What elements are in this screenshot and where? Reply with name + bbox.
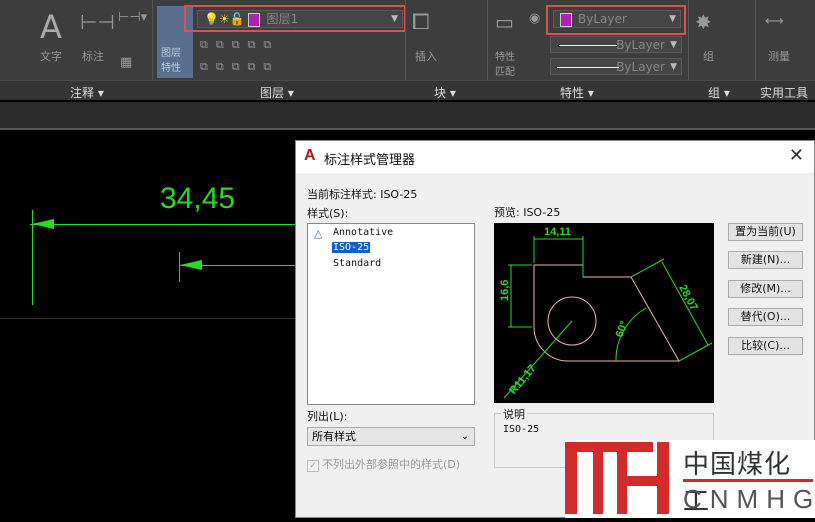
highlight-box-color: [546, 5, 686, 35]
grid-line: [0, 318, 295, 319]
ribbon-panel-labels: 注释 ▾ 图层 ▾ 块 ▾ 特性 ▾ 组 ▾ 实用工具: [0, 80, 815, 100]
extension-line: [32, 210, 33, 305]
list-select[interactable]: 所有样式 ⌄: [307, 427, 475, 446]
list-select-value: 所有样式: [312, 430, 356, 443]
layer-tools-row2[interactable]: ⧉⧉⧉⧉⧉: [200, 60, 279, 74]
preview-dim-height: 16,6: [499, 280, 511, 301]
style-item-selected[interactable]: ISO-25: [332, 242, 371, 253]
linear-dim-icon[interactable]: ⊢⊣▾: [118, 10, 147, 25]
mh-logo-icon: [565, 442, 669, 514]
watermark-logo: 中国煤化工 CNMHG: [565, 440, 815, 518]
dimension-tool-label[interactable]: 标注: [82, 48, 104, 64]
new-button[interactable]: 新建(N)...: [728, 251, 803, 269]
preview-drawing: 14,11 16,6 28,07 60° R11,17: [499, 226, 713, 399]
highlight-box-layer: [184, 5, 406, 32]
list-label: 列出(L):: [307, 410, 348, 423]
modify-button[interactable]: 修改(M)...: [728, 280, 803, 298]
group-icon[interactable]: ✸: [695, 10, 712, 34]
text-tool-label[interactable]: 文字: [40, 48, 62, 64]
panel-properties[interactable]: 特性 ▾: [560, 84, 594, 101]
preview-dim-radius: R11,17: [507, 362, 539, 396]
panel-annotation[interactable]: 注释 ▾: [70, 84, 104, 101]
dimension-line: [30, 224, 295, 225]
override-button[interactable]: 替代(O)...: [728, 308, 803, 326]
match-properties-label[interactable]: 特性匹配: [495, 48, 519, 78]
text-tool-icon[interactable]: A: [40, 8, 62, 46]
color-wheel-icon: ◉: [529, 11, 541, 26]
watermark-subtext: CNMHG: [683, 484, 815, 514]
style-item[interactable]: Annotative: [332, 227, 394, 238]
style-item[interactable]: Standard: [332, 258, 382, 269]
annotative-icon: △: [314, 227, 323, 240]
dimension-arrow: [32, 219, 54, 229]
layer-properties-label: 图层特性: [161, 48, 181, 74]
extension-line-2: [179, 252, 180, 282]
set-current-button[interactable]: 置为当前(U): [728, 223, 803, 241]
dimension-text[interactable]: 34,45: [160, 182, 235, 216]
description-value: ISO-25: [503, 424, 540, 435]
lineweight-combo[interactable]: ByLayer ▼: [550, 58, 682, 75]
dialog-title: 标注样式管理器: [324, 153, 416, 168]
panel-utilities[interactable]: 实用工具: [760, 84, 808, 101]
group-label[interactable]: 组: [703, 48, 714, 64]
preview-dim-slant: 28,07: [676, 283, 700, 313]
preview-dim-width: 14,11: [544, 226, 571, 238]
preview-dim-angle: 60°: [614, 319, 631, 339]
checkbox-label: 不列出外部参照中的样式(D): [322, 458, 461, 471]
lineweight-combo-value: ByLayer: [616, 60, 665, 74]
file-tab-bar: [0, 102, 815, 130]
panel-block[interactable]: 块 ▾: [434, 84, 456, 101]
preview-label: 预览: ISO-25: [494, 206, 561, 219]
linetype-combo-value: ByLayer: [616, 38, 665, 52]
dimension-icon[interactable]: ⊢⊣: [80, 10, 115, 34]
chevron-down-icon: ⌄: [460, 431, 469, 442]
style-preview: 14,11 16,6 28,07 60° R11,17: [494, 223, 714, 403]
autocad-logo-icon: A: [304, 147, 316, 164]
styles-list[interactable]: △ Annotative ISO-25 Standard: [307, 223, 475, 405]
panel-group[interactable]: 组 ▾: [708, 84, 730, 101]
measure-icon[interactable]: ⟷: [765, 14, 784, 29]
insert-label[interactable]: 插入: [415, 48, 437, 64]
ribbon: A 文字 ⊢⊣ 标注 ⊢⊣▾ ▦ 图层特性 💡☀🔓 图层1 ▼ ⧉⧉⧉⧉⧉ ⧉⧉⧉…: [0, 0, 815, 100]
measure-label[interactable]: 测量: [768, 48, 790, 64]
description-label: 说明: [501, 406, 527, 422]
dialog-titlebar: A 标注样式管理器 ✕: [296, 141, 814, 173]
panel-layers[interactable]: 图层 ▾: [260, 84, 294, 101]
dimension-arrow-2: [180, 260, 202, 270]
table-icon[interactable]: ▦: [120, 55, 132, 70]
close-icon[interactable]: ✕: [789, 145, 804, 166]
compare-button[interactable]: 比较(C)...: [728, 337, 803, 355]
styles-label: 样式(S):: [307, 207, 349, 220]
linetype-combo[interactable]: ByLayer ▼: [550, 36, 682, 53]
match-properties-icon[interactable]: ▭: [495, 10, 514, 34]
insert-block-icon[interactable]: ⧠: [412, 10, 430, 35]
layer-tools-row1[interactable]: ⧉⧉⧉⧉⧉: [200, 38, 279, 52]
current-style-label: 当前标注样式: ISO-25: [307, 188, 418, 201]
exclude-xref-checkbox[interactable]: ✓ 不列出外部参照中的样式(D): [307, 456, 460, 472]
